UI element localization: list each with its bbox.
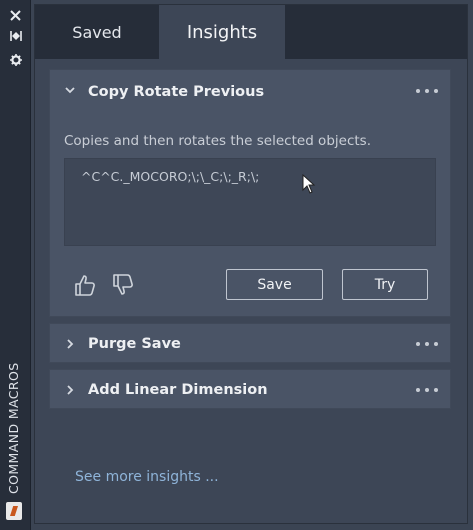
macro-description: Copies and then rotates the selected obj… bbox=[64, 133, 371, 149]
save-button[interactable]: Save bbox=[226, 269, 323, 300]
tab-insights[interactable]: Insights bbox=[159, 5, 285, 59]
dock-icon[interactable] bbox=[0, 26, 31, 46]
try-button[interactable]: Try bbox=[342, 269, 428, 300]
more-options-icon[interactable] bbox=[416, 335, 438, 353]
thumbs-up-icon[interactable] bbox=[72, 272, 98, 298]
tab-saved[interactable]: Saved bbox=[35, 5, 159, 59]
macro-card-header[interactable]: Purge Save bbox=[50, 324, 450, 364]
tab-bar: Saved Insights bbox=[35, 5, 467, 59]
macro-card-title: Add Linear Dimension bbox=[88, 382, 268, 398]
palette-strip: COMMAND MACROS bbox=[0, 0, 31, 530]
autocad-logo-icon bbox=[6, 502, 22, 520]
macro-card-collapsed[interactable]: Purge Save bbox=[49, 323, 451, 363]
chevron-down-icon[interactable] bbox=[64, 84, 76, 96]
macro-card-header[interactable]: Add Linear Dimension bbox=[50, 370, 450, 410]
macro-text-box[interactable]: ^C^C._MOCORO;\;\_C;\;_R;\; bbox=[64, 158, 436, 246]
macro-card-collapsed[interactable]: Add Linear Dimension bbox=[49, 369, 451, 409]
macro-card-header[interactable]: Copy Rotate Previous bbox=[50, 70, 450, 114]
thumbs-down-icon[interactable] bbox=[110, 272, 136, 298]
mouse-cursor-icon bbox=[302, 174, 316, 194]
insights-panel: Saved Insights Copy Rotate Previous Copi… bbox=[34, 4, 468, 524]
palette-title: COMMAND MACROS bbox=[6, 362, 21, 494]
chevron-right-icon[interactable] bbox=[64, 384, 76, 396]
chevron-right-icon[interactable] bbox=[64, 338, 76, 350]
macro-card-title: Purge Save bbox=[88, 336, 181, 352]
close-icon[interactable] bbox=[0, 5, 31, 25]
gear-icon[interactable] bbox=[0, 50, 31, 70]
more-options-icon[interactable] bbox=[416, 381, 438, 399]
see-more-insights-link[interactable]: See more insights ... bbox=[75, 469, 219, 485]
macro-card-expanded: Copy Rotate Previous Copies and then rot… bbox=[49, 69, 451, 317]
more-options-icon[interactable] bbox=[416, 82, 438, 100]
macro-card-title: Copy Rotate Previous bbox=[88, 84, 265, 100]
